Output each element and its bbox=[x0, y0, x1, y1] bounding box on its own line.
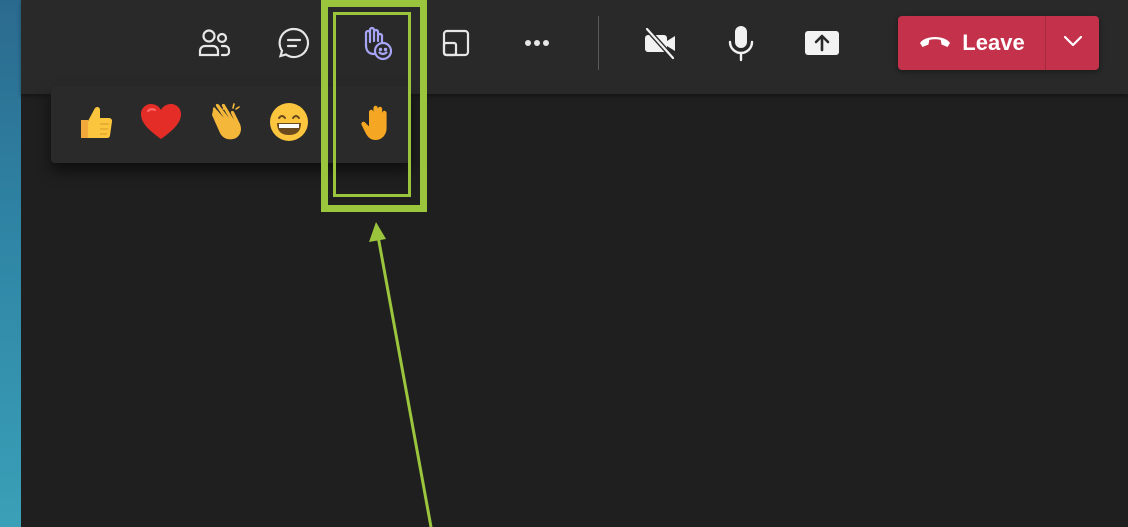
annotation-arrow bbox=[369, 222, 433, 527]
